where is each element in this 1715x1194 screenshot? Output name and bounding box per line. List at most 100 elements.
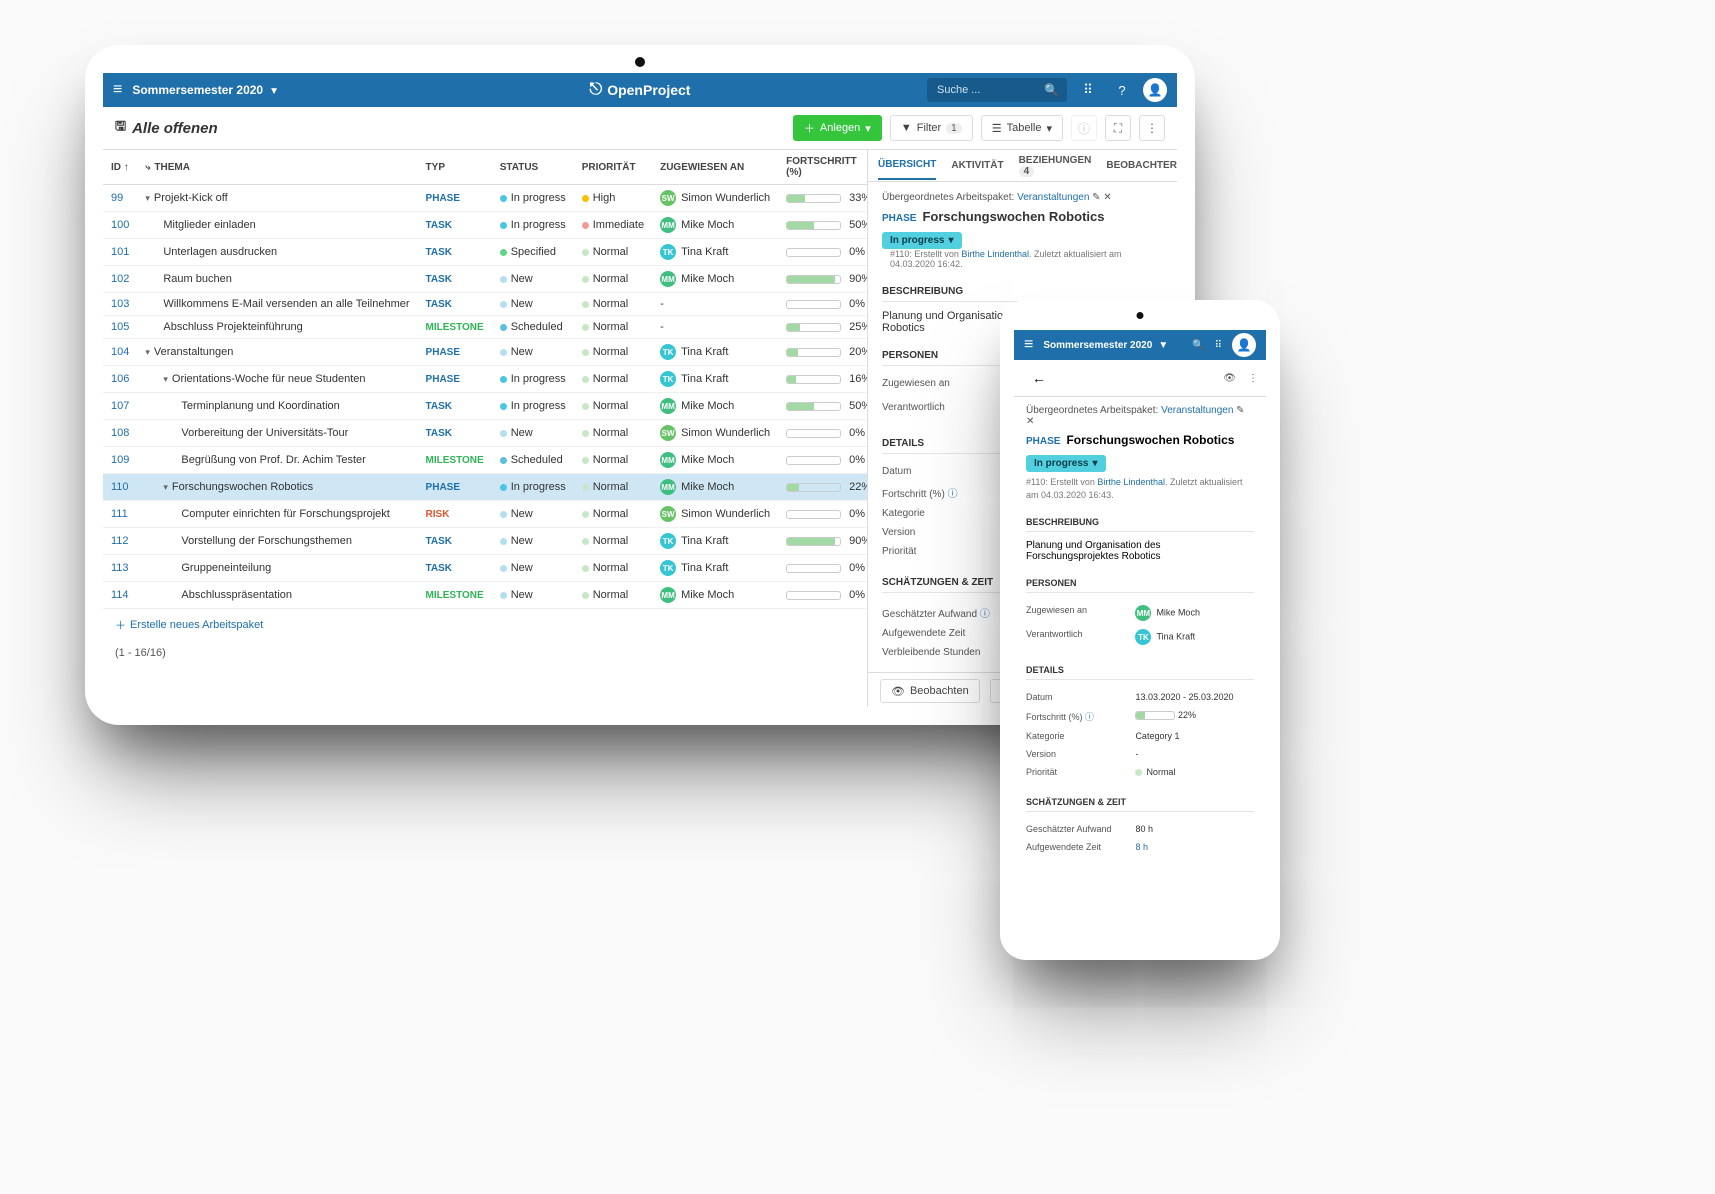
avatar[interactable]: 👤: [1232, 333, 1256, 357]
parent-link[interactable]: Veranstaltungen: [1017, 192, 1089, 203]
wp-subject[interactable]: Willkommens E-Mail versenden an alle Tei…: [145, 298, 409, 310]
col-type[interactable]: TYP: [418, 150, 492, 185]
table-row[interactable]: 112Vorstellung der ForschungsthemenTASKN…: [103, 528, 867, 555]
wp-id[interactable]: 102: [111, 273, 129, 285]
wp-assignee[interactable]: TKTina Kraft: [652, 339, 778, 366]
table-row[interactable]: 108Vorbereitung der Universitäts-TourTAS…: [103, 420, 867, 447]
wp-priority[interactable]: Normal: [574, 501, 652, 528]
wp-priority[interactable]: Normal: [574, 366, 652, 393]
remove-icon[interactable]: ✕: [1103, 192, 1111, 203]
search-icon[interactable]: 🔍: [1192, 340, 1204, 351]
col-progress[interactable]: FORTSCHRITT (%): [778, 150, 867, 185]
wp-status[interactable]: Scheduled: [492, 316, 574, 339]
wp-progress[interactable]: 20%: [778, 339, 867, 366]
info-icon[interactable]: ⓘ: [1071, 115, 1097, 141]
wp-subject[interactable]: Vorbereitung der Universitäts-Tour: [145, 427, 409, 439]
col-assignee[interactable]: ZUGEWIESEN AN: [652, 150, 778, 185]
hamburger-icon[interactable]: [113, 81, 132, 99]
wp-priority[interactable]: Normal: [574, 316, 652, 339]
author-link[interactable]: Birthe Lindenthal: [961, 249, 1029, 259]
search-icon[interactable]: 🔍: [1044, 83, 1059, 97]
wp-progress[interactable]: 0%: [778, 447, 867, 474]
responsible-value[interactable]: TKTina Kraft: [1135, 629, 1254, 645]
wp-progress[interactable]: 33%: [778, 185, 867, 212]
wp-priority[interactable]: Normal: [574, 474, 652, 501]
wp-id[interactable]: 104: [111, 346, 129, 358]
wp-status[interactable]: In progress: [492, 212, 574, 239]
col-status[interactable]: STATUS: [492, 150, 574, 185]
wp-progress[interactable]: 50%: [778, 393, 867, 420]
wp-assignee[interactable]: TKTina Kraft: [652, 366, 778, 393]
edit-icon[interactable]: ✎: [1092, 192, 1100, 203]
wp-assignee[interactable]: MMMike Moch: [652, 447, 778, 474]
modules-icon[interactable]: ⠿: [1215, 340, 1222, 351]
eye-icon[interactable]: 👁: [1223, 373, 1236, 384]
description-text[interactable]: Planung und Organisation des Forschungsp…: [1026, 540, 1254, 562]
wp-priority[interactable]: Normal: [574, 582, 652, 609]
table-row[interactable]: 100Mitglieder einladenTASKIn progressImm…: [103, 212, 867, 239]
col-subject[interactable]: ⤷THEMA: [137, 150, 417, 185]
priority-value[interactable]: Normal: [1135, 767, 1254, 777]
category-value[interactable]: Category 1: [1135, 731, 1254, 741]
wp-subject[interactable]: Projekt-Kick off: [145, 192, 409, 204]
wp-id[interactable]: 112: [111, 535, 129, 547]
wp-id[interactable]: 99: [111, 192, 123, 204]
tab-relations[interactable]: BEZIEHUNGEN 4: [1019, 150, 1092, 185]
wp-status[interactable]: New: [492, 501, 574, 528]
help-icon[interactable]: ?: [1109, 77, 1135, 103]
wp-assignee[interactable]: SWSimon Wunderlich: [652, 185, 778, 212]
table-row[interactable]: 110Forschungswochen RoboticsPHASEIn prog…: [103, 474, 867, 501]
wp-status[interactable]: In progress: [492, 474, 574, 501]
wp-priority[interactable]: Normal: [574, 239, 652, 266]
wp-assignee[interactable]: MMMike Moch: [652, 266, 778, 293]
wp-priority[interactable]: Normal: [574, 528, 652, 555]
wp-progress[interactable]: 22%: [778, 474, 867, 501]
wp-assignee[interactable]: MMMike Moch: [652, 393, 778, 420]
wp-priority[interactable]: Normal: [574, 420, 652, 447]
wp-progress[interactable]: 50%: [778, 212, 867, 239]
wp-id[interactable]: 100: [111, 219, 129, 231]
wp-title[interactable]: PHASEForschungswochen Robotics: [882, 209, 1163, 224]
wp-status[interactable]: In progress: [492, 393, 574, 420]
caret-icon[interactable]: [145, 346, 154, 358]
wp-subject[interactable]: Gruppeneinteilung: [145, 562, 409, 574]
save-icon[interactable]: [115, 117, 126, 139]
wp-subject[interactable]: Veranstaltungen: [145, 346, 409, 358]
progress-value[interactable]: 22%: [1135, 710, 1254, 723]
filter-button[interactable]: ▼Filter1: [890, 115, 973, 141]
wp-id[interactable]: 103: [111, 298, 129, 310]
wp-progress[interactable]: 90%: [778, 528, 867, 555]
wp-progress[interactable]: 90%: [778, 266, 867, 293]
col-priority[interactable]: PRIORITÄT: [574, 150, 652, 185]
wp-assignee[interactable]: TKTina Kraft: [652, 528, 778, 555]
table-row[interactable]: 104VeranstaltungenPHASENewNormalTKTina K…: [103, 339, 867, 366]
wp-id[interactable]: 107: [111, 400, 129, 412]
estimated-value[interactable]: 80 h: [1135, 824, 1254, 834]
wp-priority[interactable]: Normal: [574, 555, 652, 582]
table-row[interactable]: 103 Willkommens E-Mail versenden an alle …: [103, 293, 867, 316]
wp-assignee[interactable]: -: [652, 316, 778, 339]
wp-assignee[interactable]: TKTina Kraft: [652, 239, 778, 266]
tab-watchers[interactable]: BEOBACHTER: [1106, 152, 1177, 179]
author-link[interactable]: Birthe Lindenthal: [1097, 477, 1165, 487]
wp-priority[interactable]: Normal: [574, 447, 652, 474]
assignee-value[interactable]: MMMike Moch: [1135, 605, 1254, 621]
table-row[interactable]: 105Abschluss ProjekteinführungMILESTONES…: [103, 316, 867, 339]
table-row[interactable]: 109 Begrüßung von Prof. Dr. Achim Tester M…: [103, 447, 867, 474]
wp-id[interactable]: 111: [111, 508, 128, 520]
wp-subject[interactable]: Begrüßung von Prof. Dr. Achim Tester: [145, 454, 409, 466]
wp-id[interactable]: 101: [111, 246, 129, 258]
date-value[interactable]: 13.03.2020 - 25.03.2020: [1135, 692, 1254, 702]
project-selector[interactable]: Sommersemester 2020▼: [132, 83, 279, 97]
wp-id[interactable]: 109: [111, 454, 129, 466]
search-input[interactable]: [935, 83, 1044, 97]
wp-priority[interactable]: Normal: [574, 266, 652, 293]
wp-status[interactable]: Specified: [492, 239, 574, 266]
tab-activity[interactable]: AKTIVITÄT: [951, 152, 1003, 179]
wp-subject[interactable]: Terminplanung und Koordination: [145, 400, 409, 412]
version-value[interactable]: -: [1135, 749, 1254, 759]
spent-value[interactable]: 8 h: [1135, 842, 1254, 852]
wp-status[interactable]: Scheduled: [492, 447, 574, 474]
wp-id[interactable]: 108: [111, 427, 129, 439]
wp-id[interactable]: 110: [111, 481, 129, 493]
